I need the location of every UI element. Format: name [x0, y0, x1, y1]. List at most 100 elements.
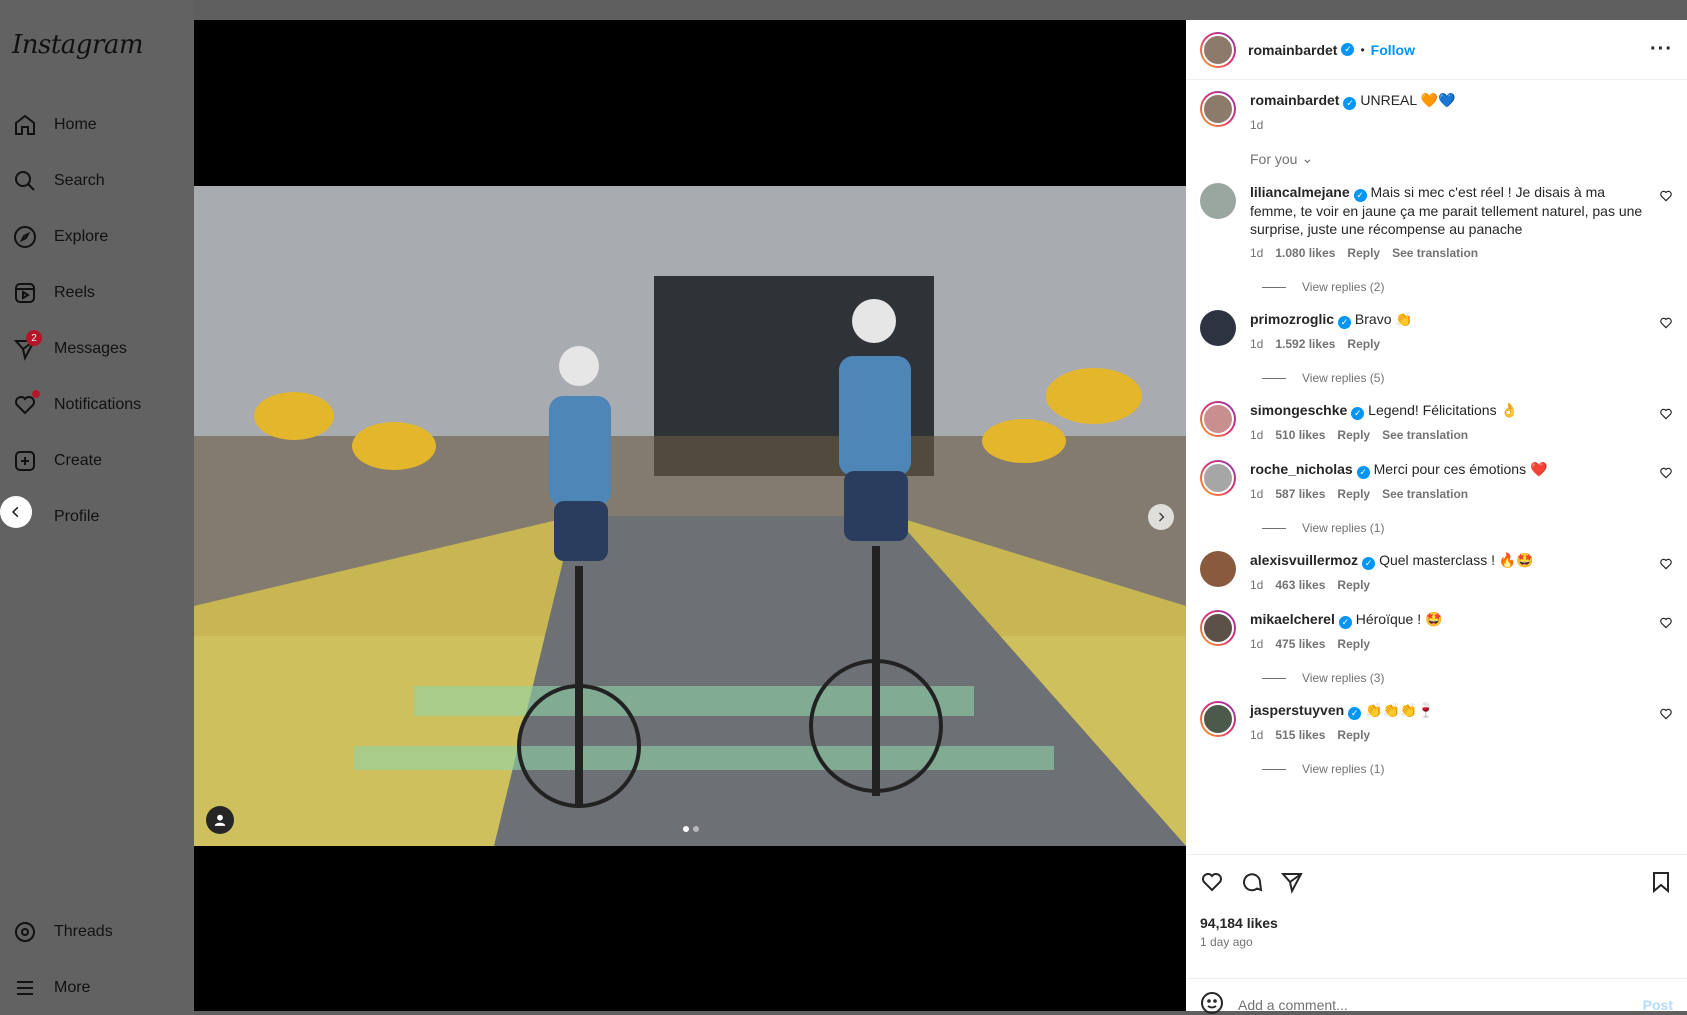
commenter-avatar[interactable] [1200, 610, 1236, 646]
see-translation-button[interactable]: See translation [1382, 485, 1468, 503]
comment-time[interactable]: 1d [1250, 576, 1263, 594]
comment-item: liliancalmejane ✓ Mais si mec c'est réel … [1200, 183, 1673, 262]
verified-badge-icon: ✓ [1341, 43, 1355, 56]
comment-like-icon[interactable] [1659, 189, 1673, 203]
post-comment-button[interactable]: Post [1643, 997, 1673, 1013]
tagged-users-button[interactable] [206, 806, 234, 834]
more-options-icon[interactable]: ··· [1650, 38, 1673, 61]
caption-username[interactable]: romainbardet [1250, 92, 1339, 108]
like-icon[interactable] [1200, 870, 1224, 899]
view-replies-button[interactable]: View replies (1) [1262, 521, 1673, 535]
bookmark-icon[interactable] [1649, 870, 1673, 899]
commenter-avatar[interactable] [1200, 310, 1236, 346]
reply-button[interactable]: Reply [1347, 244, 1380, 262]
chevron-left-icon [12, 506, 19, 518]
comment-like-icon[interactable] [1659, 466, 1673, 480]
comment-likes[interactable]: 1.592 likes [1275, 335, 1335, 353]
comment-likes[interactable]: 510 likes [1275, 426, 1325, 444]
comment-likes[interactable]: 463 likes [1275, 576, 1325, 594]
verified-badge-icon: ✓ [1338, 316, 1352, 329]
view-replies-button[interactable]: View replies (2) [1262, 280, 1673, 294]
comment-username[interactable]: simongeschke [1250, 402, 1347, 418]
carousel-dot [693, 826, 699, 832]
comment-text: Héroïque ! 🤩 [1355, 611, 1443, 627]
view-replies-button[interactable]: View replies (1) [1262, 762, 1673, 776]
comment-like-icon[interactable] [1659, 557, 1673, 571]
plus-square-icon [12, 448, 38, 474]
comment-username[interactable]: jasperstuyven [1250, 702, 1344, 718]
view-replies-label: View replies (5) [1302, 371, 1385, 385]
reply-button[interactable]: Reply [1347, 335, 1380, 353]
view-replies-label: View replies (3) [1302, 671, 1385, 685]
commenter-avatar[interactable] [1200, 183, 1236, 219]
author-avatar[interactable] [1200, 31, 1236, 68]
reply-button[interactable]: Reply [1337, 635, 1370, 653]
commenter-avatar[interactable] [1200, 701, 1236, 737]
view-replies-button[interactable]: View replies (3) [1262, 671, 1673, 685]
comment-time[interactable]: 1d [1250, 485, 1263, 503]
sidebar-item-threads[interactable]: Threads [12, 914, 113, 950]
reply-button[interactable]: Reply [1337, 726, 1370, 744]
previous-post-button[interactable] [0, 496, 32, 528]
emoji-icon[interactable] [1200, 991, 1224, 1015]
comment-item: primozroglic ✓ Bravo 👏 1d 1.592 likes Rep… [1200, 310, 1673, 353]
comment-likes[interactable]: 515 likes [1275, 726, 1325, 744]
sidebar-item-reels[interactable]: Reels [12, 275, 95, 311]
comment-username[interactable]: liliancalmejane [1250, 184, 1350, 200]
comment-likes[interactable]: 475 likes [1275, 635, 1325, 653]
likes-count[interactable]: 94,184 likes [1200, 915, 1673, 931]
sidebar-item-label: Notifications [54, 396, 142, 413]
sidebar-item-create[interactable]: Create [12, 443, 102, 479]
compass-icon [12, 224, 38, 250]
comment-time[interactable]: 1d [1250, 244, 1263, 262]
comment-likes[interactable]: 1.080 likes [1275, 244, 1335, 262]
commenter-avatar[interactable] [1200, 551, 1236, 587]
add-comment-bar: Add a comment... Post [1186, 978, 1687, 1015]
share-icon[interactable] [1280, 870, 1304, 899]
see-translation-button[interactable]: See translation [1392, 244, 1478, 262]
caption-time[interactable]: 1d [1250, 116, 1263, 134]
comments-list[interactable]: romainbardet ✓ UNREAL 🧡💙 1d For you ⌄ lil… [1186, 81, 1687, 854]
comment-like-icon[interactable] [1659, 316, 1673, 330]
comment-time[interactable]: 1d [1250, 635, 1263, 653]
chevron-down-icon: ⌄ [1301, 150, 1314, 166]
verified-badge-icon: ✓ [1351, 407, 1365, 420]
comment-input[interactable]: Add a comment... [1238, 997, 1629, 1013]
comment-text: 👏👏👏🍷 [1365, 702, 1435, 718]
sidebar-item-more[interactable]: More [12, 970, 90, 1006]
post-time[interactable]: 1 day ago [1200, 935, 1673, 949]
next-image-button[interactable] [1148, 504, 1174, 530]
sidebar-item-home[interactable]: Home [12, 107, 97, 143]
comment-like-icon[interactable] [1659, 707, 1673, 721]
sidebar-item-explore[interactable]: Explore [12, 219, 108, 255]
see-translation-button[interactable]: See translation [1382, 426, 1468, 444]
view-replies-button[interactable]: View replies (5) [1262, 371, 1673, 385]
commenter-avatar[interactable] [1200, 460, 1236, 496]
cyclists-finish-photo [194, 186, 1186, 846]
follow-button[interactable]: Follow [1371, 42, 1415, 58]
comment-sort-dropdown[interactable]: For you ⌄ [1250, 150, 1673, 167]
chevron-right-icon [1159, 512, 1165, 522]
comment-username[interactable]: roche_nicholas [1250, 461, 1353, 477]
sidebar-item-notifications[interactable]: Notifications [12, 387, 141, 423]
comment-username[interactable]: alexisvuillermoz [1250, 552, 1358, 568]
comment-icon[interactable] [1240, 870, 1264, 899]
comment-username[interactable]: primozroglic [1250, 311, 1334, 327]
comment-like-icon[interactable] [1659, 407, 1673, 421]
comment-likes[interactable]: 587 likes [1275, 485, 1325, 503]
comment-username[interactable]: mikaelcherel [1250, 611, 1335, 627]
post-photo [194, 186, 1186, 846]
sidebar-item-messages[interactable]: 2 Messages [12, 330, 127, 367]
sidebar-item-search[interactable]: Search [12, 163, 105, 199]
author-username[interactable]: romainbardet [1248, 42, 1337, 58]
reply-button[interactable]: Reply [1337, 485, 1370, 503]
author-avatar[interactable] [1200, 91, 1236, 127]
reply-button[interactable]: Reply [1337, 426, 1370, 444]
comment-time[interactable]: 1d [1250, 426, 1263, 444]
comment-like-icon[interactable] [1659, 616, 1673, 630]
instagram-logo[interactable]: Instagram [12, 30, 144, 60]
comment-time[interactable]: 1d [1250, 726, 1263, 744]
comment-time[interactable]: 1d [1250, 335, 1263, 353]
reply-button[interactable]: Reply [1337, 576, 1370, 594]
commenter-avatar[interactable] [1200, 401, 1236, 437]
